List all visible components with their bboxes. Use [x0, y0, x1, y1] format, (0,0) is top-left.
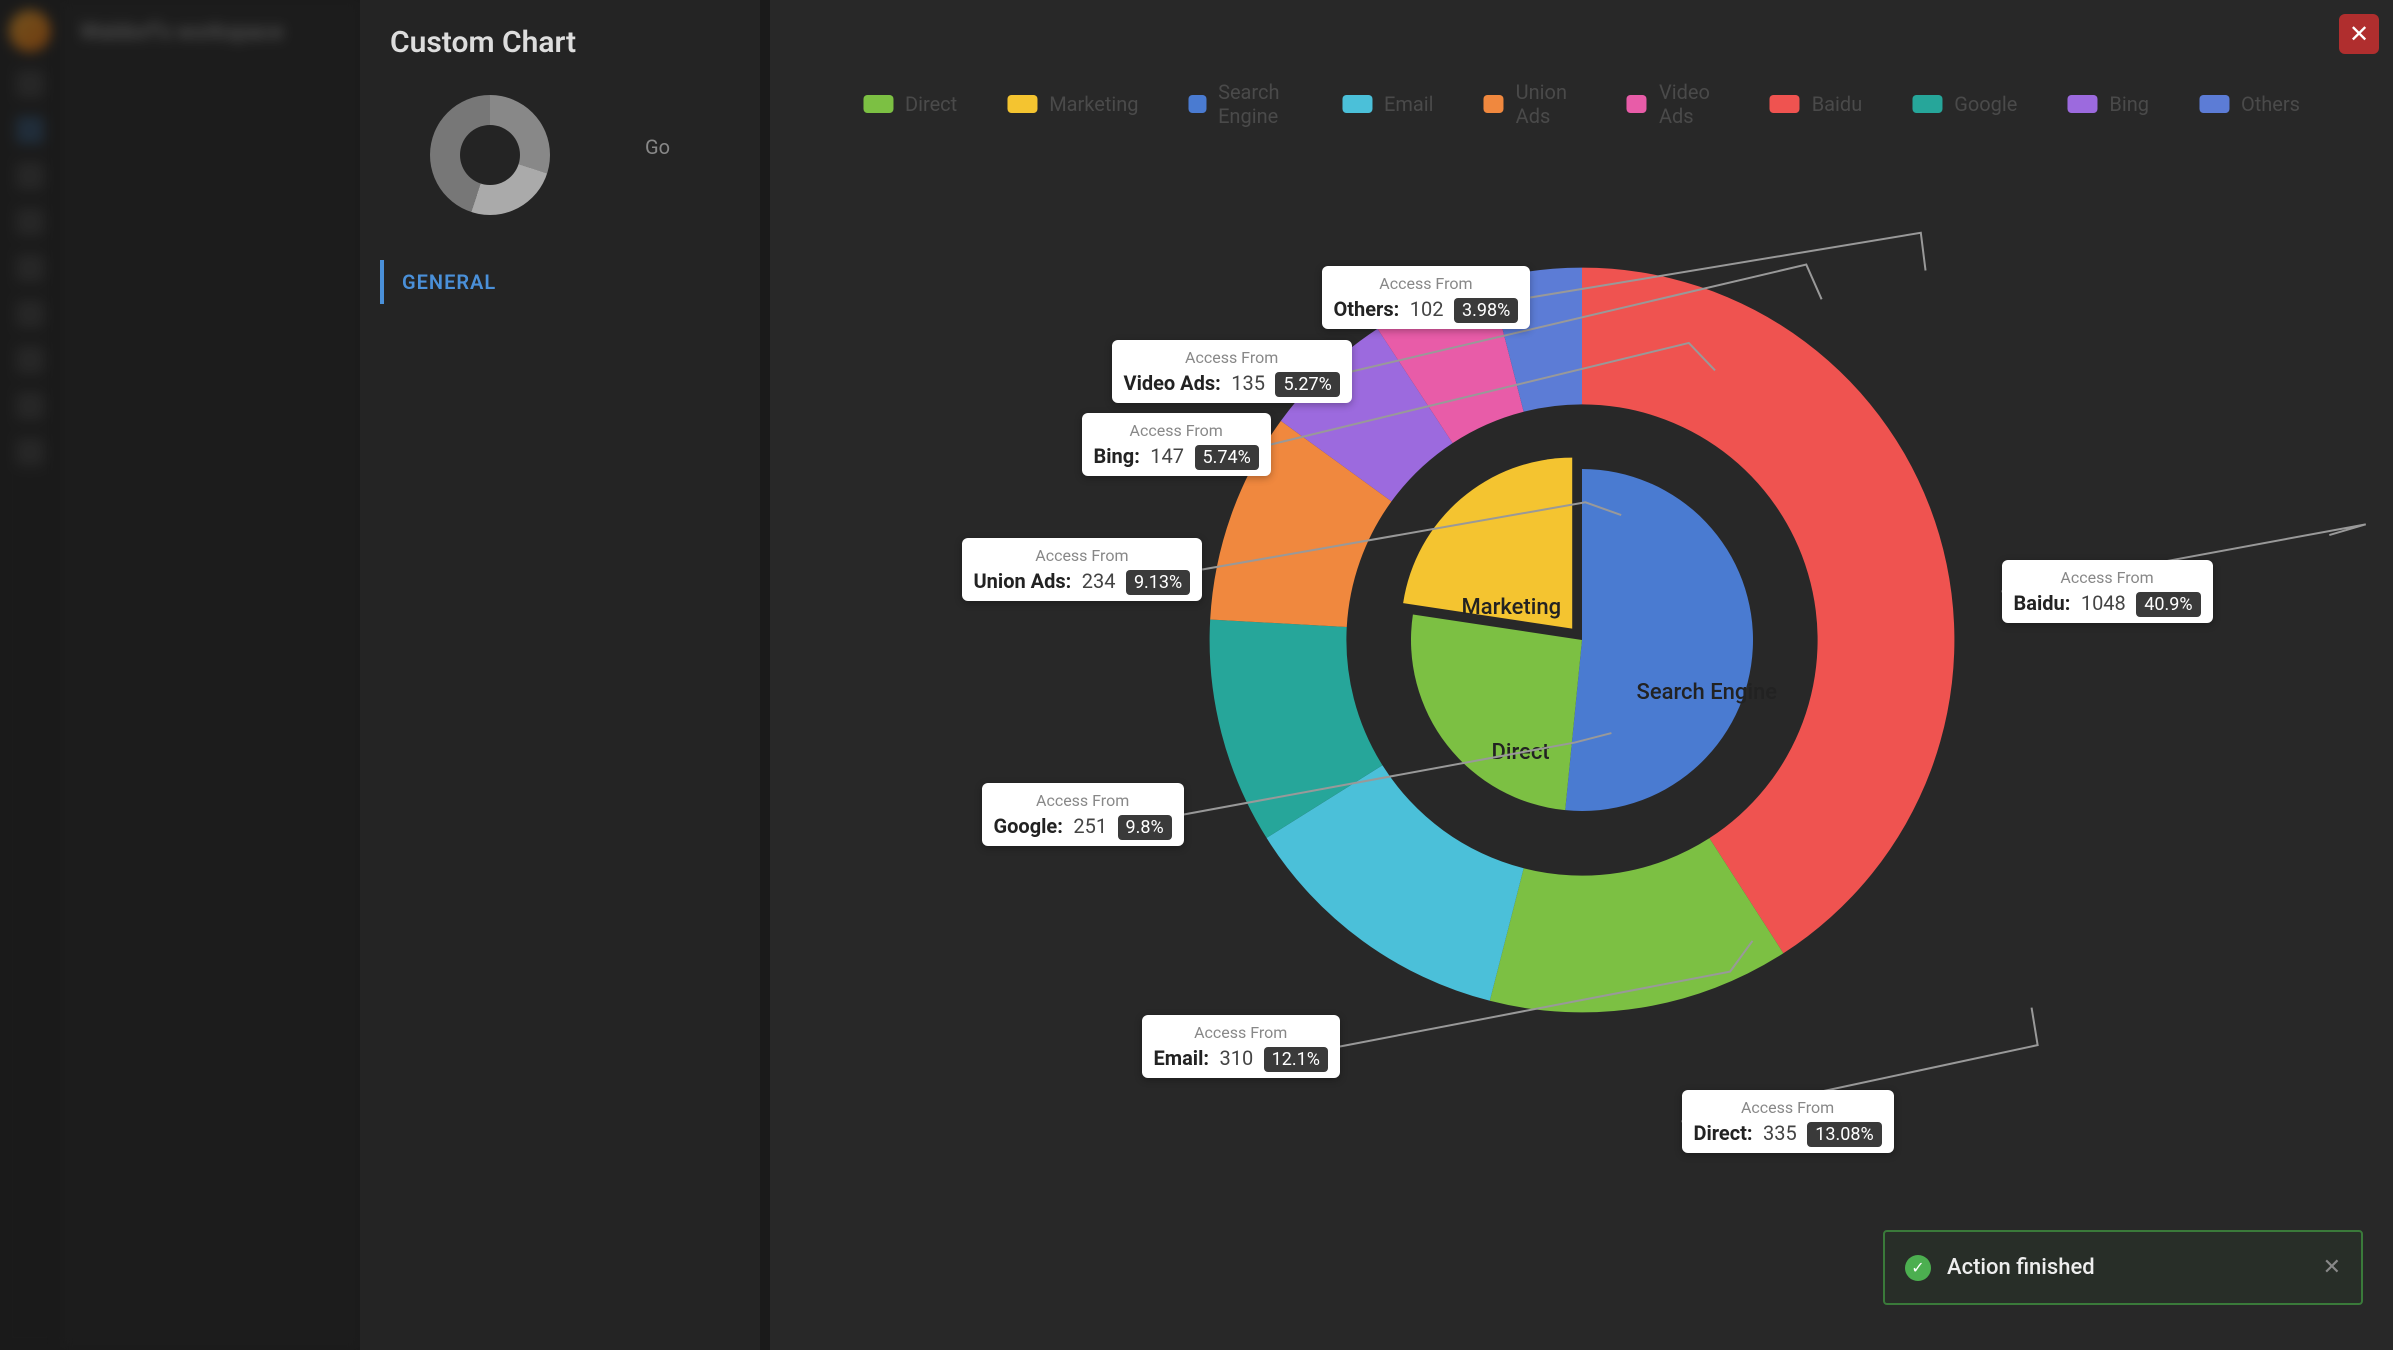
legend-item[interactable]: Google: [1912, 92, 2017, 116]
inner-label-marketing: Marketing: [1462, 595, 1562, 620]
legend-item[interactable]: Baidu: [1770, 92, 1863, 116]
toast-notification: ✓ Action finished ✕: [1883, 1230, 2363, 1305]
legend-label: Others: [2241, 92, 2300, 116]
panel-tabs: GENERAL: [360, 245, 760, 319]
workspace-panel: Waldorf's workspace: [60, 0, 360, 1350]
workspace-name: Waldorf's workspace: [60, 0, 360, 65]
legend-item[interactable]: Search Engine: [1189, 80, 1292, 128]
legend-label: Bing: [2109, 92, 2149, 116]
inner-label-search: Search Engine: [1637, 680, 1778, 705]
legend-swatch: [1342, 95, 1372, 113]
legend-swatch: [1770, 95, 1800, 113]
panel-title: Custom Chart: [360, 0, 760, 85]
user-avatar: [9, 10, 51, 52]
callout-bing: Access From Bing: 147 5.74%: [1082, 413, 1271, 476]
chart-config-panel: Custom Chart Go GENERAL: [360, 0, 760, 1350]
callout-sub: Access From: [1124, 348, 1340, 367]
close-button[interactable]: ✕: [2339, 14, 2379, 54]
legend-label: Email: [1384, 92, 1434, 116]
legend-item[interactable]: Marketing: [1007, 92, 1138, 116]
nav-icon: [16, 70, 44, 98]
toast-message: Action finished: [1947, 1255, 2095, 1280]
legend-label: Marketing: [1049, 92, 1138, 116]
legend-label: Union Ads: [1516, 80, 1577, 128]
nav-icon: [16, 300, 44, 328]
callout-sub: Access From: [1334, 274, 1519, 293]
callout-baidu: Access From Baidu: 1048 40.9%: [2002, 560, 2213, 623]
nav-icon: [16, 254, 44, 282]
legend-label: Direct: [905, 92, 957, 116]
chart-overlay: ✕ Direct Marketing Search Engine Email Union…: [770, 0, 2393, 1350]
check-icon: ✓: [1905, 1255, 1931, 1281]
inner-label-direct: Direct: [1492, 740, 1550, 765]
legend-swatch: [2199, 95, 2229, 113]
legend-item[interactable]: Direct: [863, 92, 957, 116]
nav-icon: [16, 208, 44, 236]
legend-item[interactable]: Video Ads: [1627, 80, 1720, 128]
legend-swatch: [1484, 95, 1504, 113]
legend-swatch: [863, 95, 893, 113]
legend-item[interactable]: Others: [2199, 92, 2300, 116]
legend-label: Search Engine: [1218, 80, 1292, 128]
legend-label: Baidu: [1812, 92, 1863, 116]
legend-swatch: [1007, 95, 1037, 113]
nav-icon: [16, 438, 44, 466]
close-icon: ✕: [2349, 20, 2369, 48]
nav-icon: [16, 162, 44, 190]
legend-swatch: [2067, 95, 2097, 113]
legend-swatch: [1189, 95, 1207, 113]
callout-union: Access From Union Ads: 234 9.13%: [962, 538, 1203, 601]
callout-sub: Access From: [1694, 1098, 1882, 1117]
legend-swatch: [1627, 95, 1647, 113]
callout-others: Access From Others: 102 3.98%: [1322, 266, 1531, 329]
legend-label: Google: [1954, 92, 2017, 116]
callout-sub: Access From: [994, 791, 1172, 810]
callout-sub: Access From: [974, 546, 1191, 565]
toast-close-icon[interactable]: ✕: [2323, 1255, 2341, 1280]
nav-icon: [16, 346, 44, 374]
callout-direct: Access From Direct: 335 13.08%: [1682, 1090, 1894, 1153]
chart-preview: Go: [360, 85, 760, 245]
callout-sub: Access From: [2014, 568, 2201, 587]
go-label: Go: [645, 135, 670, 159]
legend-item[interactable]: Email: [1342, 92, 1434, 116]
legend-item[interactable]: Bing: [2067, 92, 2149, 116]
tab-general[interactable]: GENERAL: [380, 260, 740, 304]
chart-legend: Direct Marketing Search Engine Email Union A…: [863, 80, 2300, 128]
callout-sub: Access From: [1154, 1023, 1328, 1042]
callout-email: Access From Email: 310 12.1%: [1142, 1015, 1340, 1078]
pie-slice[interactable]: [1565, 469, 1753, 811]
pie-slice[interactable]: [1411, 615, 1582, 811]
legend-label: Video Ads: [1659, 80, 1720, 128]
app-left-rail: [0, 0, 60, 1350]
nav-icon: [16, 392, 44, 420]
callout-google: Access From Google: 251 9.8%: [982, 783, 1184, 846]
legend-item[interactable]: Union Ads: [1484, 80, 1577, 128]
callout-sub: Access From: [1094, 421, 1259, 440]
mini-pie-icon: [430, 95, 550, 215]
nav-icon: [16, 116, 44, 144]
legend-swatch: [1912, 95, 1942, 113]
callout-video: Access From Video Ads: 135 5.27%: [1112, 340, 1352, 403]
